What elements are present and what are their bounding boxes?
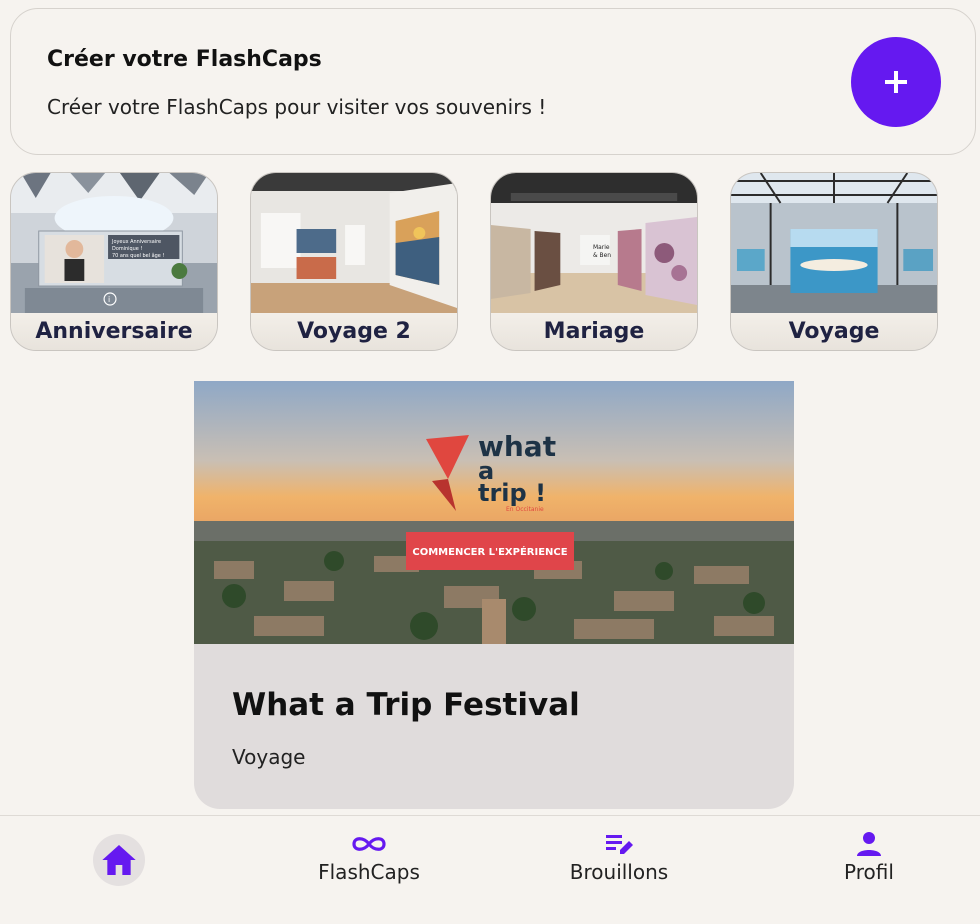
voyage-gallery-image xyxy=(731,173,937,315)
create-title: Créer votre FlashCaps xyxy=(47,47,322,72)
add-flashcaps-button[interactable] xyxy=(851,37,941,127)
template-label-mariage: Mariage xyxy=(543,319,645,344)
nav-drafts[interactable]: Brouillons xyxy=(560,816,678,924)
template-label-voyage: Voyage xyxy=(788,319,880,344)
event-title: What a Trip Festival xyxy=(232,687,580,723)
template-chip-voyage[interactable]: Voyage xyxy=(730,172,938,351)
template-chip-voyage-2[interactable]: Voyage 2 xyxy=(250,172,458,351)
template-list: Joyeux Anniversaire Dominique ! 70 ans q… xyxy=(10,172,970,352)
template-chip-mariage[interactable]: Marie & Ben Mariage xyxy=(490,172,698,351)
create-flashcaps-card: Créer votre FlashCaps Créer votre FlashC… xyxy=(10,8,976,155)
event-card[interactable]: what a trip ! En Occitanie COMMENCER L'E… xyxy=(194,381,794,809)
nav-flashcaps[interactable]: FlashCaps xyxy=(300,816,438,924)
mariage-scene-line1: Marie xyxy=(593,244,610,251)
nav-profile-label: Profil xyxy=(844,860,894,884)
anniversaire-scene-line2: Dominique ! xyxy=(112,246,142,252)
create-subtitle: Créer votre FlashCaps pour visiter vos s… xyxy=(47,95,547,119)
template-label-voyage-2: Voyage 2 xyxy=(297,319,411,344)
event-category: Voyage xyxy=(232,745,306,769)
event-cover-image: what a trip ! En Occitanie COMMENCER L'E… xyxy=(194,381,794,644)
mariage-gallery-image: Marie & Ben xyxy=(491,173,697,315)
svg-text:i: i xyxy=(108,295,110,304)
event-logo-small: En Occitanie xyxy=(506,506,544,513)
mariage-scene-line2: & Ben xyxy=(593,252,611,259)
anniversaire-gallery-image: Joyeux Anniversaire Dominique ! 70 ans q… xyxy=(11,173,217,315)
template-chip-anniversaire[interactable]: Joyeux Anniversaire Dominique ! 70 ans q… xyxy=(10,172,218,351)
event-cta: COMMENCER L'EXPÉRIENCE xyxy=(412,545,567,558)
template-label-anniversaire: Anniversaire xyxy=(35,319,193,344)
anniversaire-scene-line1: Joyeux Anniversaire xyxy=(111,239,161,245)
person-icon xyxy=(857,832,881,856)
home-icon xyxy=(102,845,136,875)
edit-list-icon xyxy=(606,835,633,854)
voyage2-gallery-image xyxy=(251,173,457,315)
anniversaire-scene-line3: 70 ans quel bel âge ! xyxy=(112,252,164,259)
plus-icon xyxy=(885,71,907,93)
bottom-nav: FlashCaps Brouillons Profil xyxy=(0,815,980,924)
nav-profile[interactable]: Profil xyxy=(836,816,902,924)
nav-home[interactable] xyxy=(92,816,146,924)
infinity-icon xyxy=(352,837,386,851)
nav-drafts-label: Brouillons xyxy=(569,860,669,884)
event-logo-line3: trip ! xyxy=(478,479,546,507)
nav-flashcaps-label: FlashCaps xyxy=(318,860,420,884)
